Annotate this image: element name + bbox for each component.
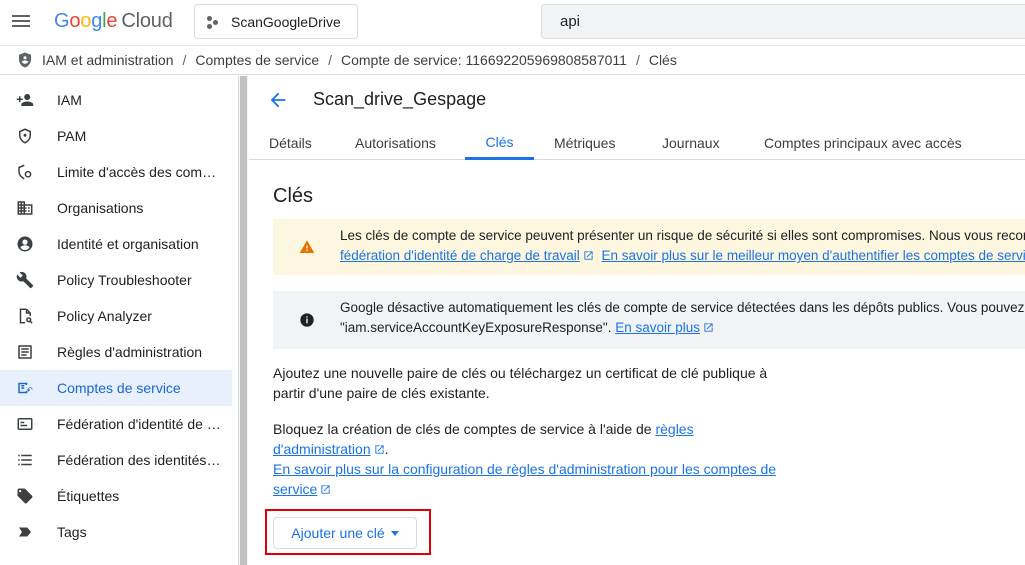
add-key-button[interactable]: Ajouter une clé bbox=[273, 517, 417, 549]
sidebar-item-label: Tags bbox=[57, 524, 87, 540]
info-text-policy: "iam.serviceAccountKeyExposureResponse". bbox=[340, 320, 612, 335]
external-link-icon bbox=[704, 323, 713, 332]
section-title: Clés bbox=[273, 185, 314, 207]
sidebar-item-label: Fédération des identités de personnel bbox=[57, 452, 222, 468]
sidebar-item-pam[interactable]: PAM bbox=[0, 118, 232, 154]
document-search-icon bbox=[19, 308, 33, 324]
sidebar-item-identity-organization[interactable]: Identité et organisation bbox=[0, 226, 232, 262]
tab-principals-with-access[interactable]: Comptes principaux avec accès bbox=[764, 126, 962, 160]
list-icon bbox=[18, 454, 32, 466]
block-key-text: Bloquez la création de clés de comptes d… bbox=[273, 421, 652, 437]
breadcrumb-item-service-account[interactable]: Compte de service: 116692205969808587011 bbox=[341, 52, 627, 68]
authenticate-service-accounts-link[interactable]: En savoir plus sur le meilleur moyen d'a… bbox=[602, 248, 1025, 263]
tab-logs[interactable]: Journaux bbox=[662, 126, 720, 160]
tab-keys[interactable]: Clés bbox=[465, 126, 534, 160]
sidebar-item-service-accounts[interactable]: Comptes de service bbox=[0, 370, 232, 406]
person-add-icon bbox=[16, 94, 34, 106]
sidebar: IAM PAM Limite d'accès des comptes princ… bbox=[0, 82, 232, 565]
sidebar-item-label: IAM bbox=[57, 92, 82, 108]
main-menu-icon[interactable] bbox=[10, 10, 32, 32]
org-policies-link[interactable]: règles bbox=[655, 421, 693, 437]
project-selector-button[interactable]: ScanGoogleDrive bbox=[194, 4, 358, 39]
warning-icon bbox=[299, 240, 314, 253]
sidebar-item-label: Policy Analyzer bbox=[57, 308, 152, 324]
block-key-description: Bloquez la création de clés de comptes d… bbox=[273, 421, 777, 497]
sidebar-item-labels[interactable]: Étiquettes bbox=[0, 478, 232, 514]
external-link-icon bbox=[584, 251, 593, 260]
learn-more-link[interactable]: En savoir plus bbox=[615, 320, 700, 335]
search-input[interactable]: api bbox=[541, 4, 1025, 39]
add-key-label: Ajouter une clé bbox=[291, 525, 385, 541]
warning-text: Les clés de compte de service peuvent pr… bbox=[340, 228, 1025, 243]
add-key-description: Ajoutez une nouvelle paire de clés ou té… bbox=[273, 365, 768, 401]
top-bar: Google Cloud ScanGoogleDrive api bbox=[0, 0, 1025, 44]
back-arrow-icon[interactable] bbox=[267, 89, 289, 111]
sidebar-item-label: Identité et organisation bbox=[57, 236, 199, 252]
configure-org-policies-link-cont[interactable]: service bbox=[273, 481, 317, 497]
sidebar-item-label: Limite d'accès des comptes principaux bbox=[57, 164, 222, 180]
main-content: Scan_drive_Gespage Détails Autorisations… bbox=[249, 76, 1025, 565]
page-title: Scan_drive_Gespage bbox=[313, 89, 487, 109]
tab-metrics[interactable]: Métriques bbox=[554, 126, 615, 160]
sidebar-item-workload-identity-federation[interactable]: Fédération d'identité de charge de trava… bbox=[0, 406, 232, 442]
configure-org-policies-link[interactable]: En savoir plus sur la configuration de r… bbox=[273, 461, 776, 477]
sidebar-item-iam[interactable]: IAM bbox=[0, 82, 232, 118]
sidebar-item-label: Fédération d'identité de charge de trava… bbox=[57, 416, 222, 432]
sidebar-item-label: PAM bbox=[57, 128, 87, 144]
tag-arrow-icon bbox=[19, 527, 31, 537]
boundary-icon bbox=[18, 164, 32, 180]
service-account-icon bbox=[18, 382, 33, 394]
building-icon bbox=[17, 201, 33, 215]
project-name: ScanGoogleDrive bbox=[231, 13, 341, 30]
scrollbar-thumb[interactable] bbox=[240, 76, 247, 565]
info-icon bbox=[299, 313, 314, 327]
info-banner: Google désactive automatiquement les clé… bbox=[273, 291, 1025, 349]
sidebar-item-workforce-identity-federation[interactable]: Fédération des identités de personnel bbox=[0, 442, 232, 478]
sidebar-item-policy-analyzer[interactable]: Policy Analyzer bbox=[0, 298, 232, 334]
breadcrumb-item-keys: Clés bbox=[648, 52, 677, 68]
tab-permissions[interactable]: Autorisations bbox=[355, 126, 436, 160]
label-icon bbox=[17, 488, 33, 504]
breadcrumb-item-iam[interactable]: IAM et administration bbox=[42, 52, 174, 68]
sidebar-scrollbar[interactable] bbox=[238, 76, 248, 565]
breadcrumb-item-service-accounts[interactable]: Comptes de service bbox=[195, 52, 319, 68]
sidebar-item-organizations[interactable]: Organisations bbox=[0, 190, 232, 226]
shield-icon bbox=[19, 52, 31, 68]
sidebar-item-tags[interactable]: Tags bbox=[0, 514, 232, 550]
info-text: Google désactive automatiquement les clé… bbox=[340, 300, 1025, 315]
org-policies-link-cont[interactable]: d'administration bbox=[273, 441, 371, 457]
sidebar-item-access-boundary[interactable]: Limite d'accès des comptes principaux bbox=[0, 154, 232, 190]
breadcrumb: IAM et administration / Comptes de servi… bbox=[0, 45, 1025, 75]
sidebar-item-label: Comptes de service bbox=[57, 380, 181, 396]
id-card-icon bbox=[17, 418, 33, 430]
external-link-icon bbox=[375, 445, 384, 454]
sidebar-item-label: Étiquettes bbox=[57, 488, 120, 504]
wrench-icon bbox=[16, 271, 34, 289]
sidebar-item-label: Policy Troubleshooter bbox=[57, 272, 192, 288]
tab-details[interactable]: Détails bbox=[269, 126, 312, 160]
project-icon bbox=[207, 15, 221, 29]
workload-identity-link[interactable]: fédération d'identité de charge de trava… bbox=[340, 248, 580, 263]
dropdown-caret-icon bbox=[390, 530, 399, 536]
sidebar-item-label: Règles d'administration bbox=[57, 344, 203, 360]
sidebar-item-policy-troubleshooter[interactable]: Policy Troubleshooter bbox=[0, 262, 232, 298]
tab-bar: Détails Autorisations Clés Métriques Jou… bbox=[249, 126, 1025, 160]
sidebar-item-org-policies[interactable]: Règles d'administration bbox=[0, 334, 232, 370]
shield-icon bbox=[19, 128, 31, 144]
google-cloud-logo[interactable]: Google Cloud bbox=[54, 10, 173, 33]
account-circle-icon bbox=[17, 236, 33, 252]
sidebar-item-label: Organisations bbox=[57, 200, 144, 216]
external-link-icon bbox=[321, 485, 330, 494]
list-alt-icon bbox=[18, 345, 32, 359]
warning-banner: Les clés de compte de service peuvent pr… bbox=[273, 219, 1025, 275]
logo-cloud-text: Cloud bbox=[121, 10, 173, 32]
